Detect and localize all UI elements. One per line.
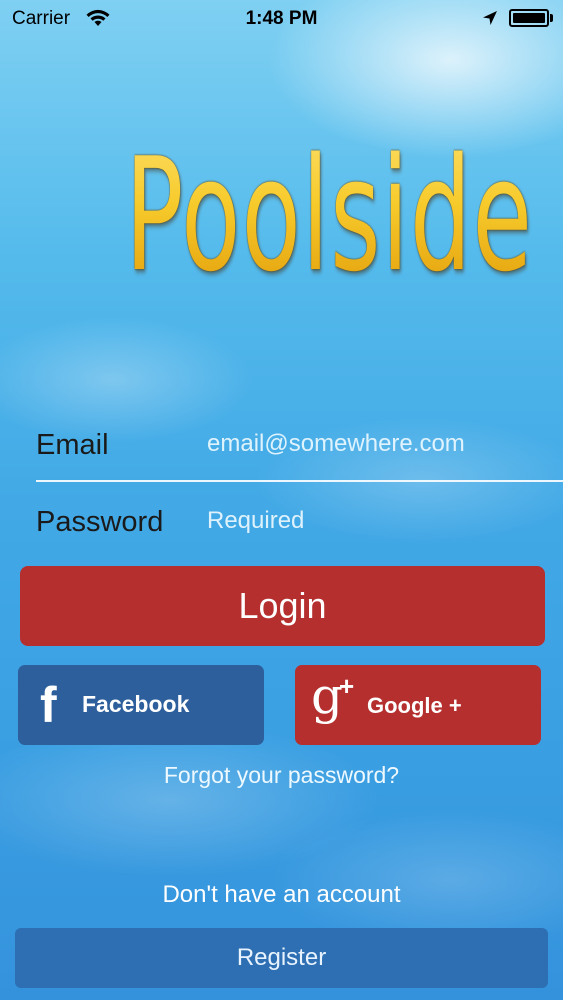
email-field[interactable] <box>207 425 537 463</box>
google-plus-label: Google + <box>367 693 462 718</box>
password-label: Password <box>36 506 164 538</box>
google-plus-glyph: + <box>339 671 355 701</box>
forgot-password-link[interactable]: Forgot your password? <box>0 760 563 790</box>
clock: 1:48 PM <box>245 8 318 29</box>
facebook-label: Facebook <box>82 691 190 717</box>
field-divider <box>36 480 563 482</box>
battery-tip <box>550 14 553 22</box>
register-button[interactable]: Register <box>15 928 548 988</box>
app-logo: Poolside <box>0 95 563 335</box>
google-plus-login-button[interactable]: g + Google + <box>295 665 541 745</box>
email-row: Email <box>36 412 563 472</box>
battery-level <box>513 13 545 23</box>
location-arrow-icon <box>482 10 498 31</box>
email-label: Email <box>36 429 109 461</box>
facebook-login-button[interactable]: f Facebook <box>18 665 264 745</box>
login-button[interactable]: Login <box>20 566 545 646</box>
facebook-icon: f <box>40 677 57 733</box>
app-logo-text: Poolside <box>125 95 533 335</box>
password-row: Password <box>36 489 563 549</box>
google-plus-icon: g + <box>311 671 354 721</box>
no-account-prompt: Don't have an account <box>162 881 401 908</box>
password-field[interactable] <box>207 502 537 540</box>
status-bar: Carrier 1:48 PM <box>0 0 563 40</box>
battery-icon <box>509 9 549 27</box>
